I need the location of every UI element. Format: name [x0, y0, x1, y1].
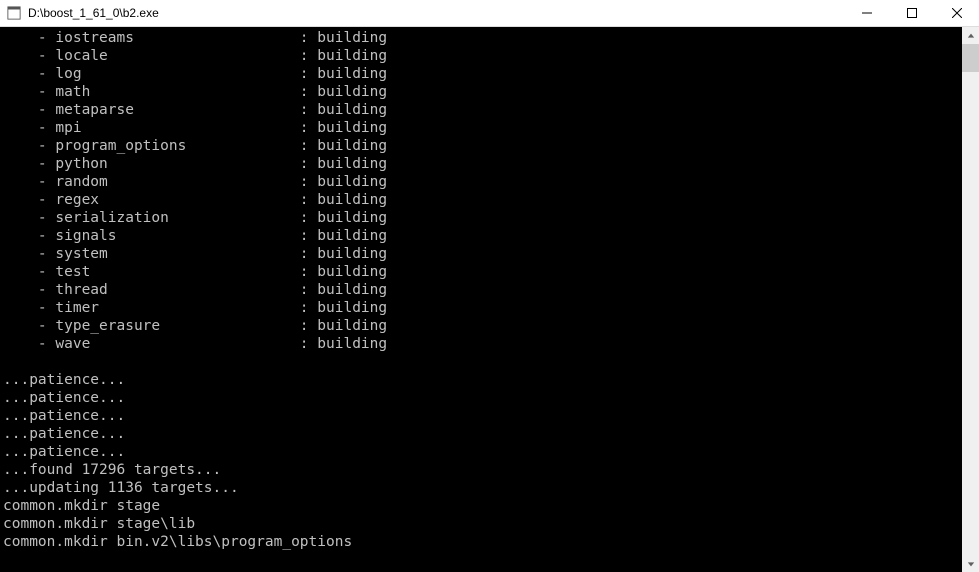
status-line: ...patience... [3, 425, 962, 443]
scroll-up-button[interactable] [962, 27, 979, 44]
close-button[interactable] [934, 0, 979, 26]
component-line: - mpi : building [3, 119, 962, 137]
status-line: common.mkdir bin.v2\libs\program_options [3, 533, 962, 551]
component-line: - locale : building [3, 47, 962, 65]
status-line: common.mkdir stage\lib [3, 515, 962, 533]
component-line: - wave : building [3, 335, 962, 353]
vertical-scrollbar[interactable] [962, 27, 979, 572]
status-line: ...found 17296 targets... [3, 461, 962, 479]
component-line: - math : building [3, 83, 962, 101]
status-line: ...updating 1136 targets... [3, 479, 962, 497]
scrollbar-thumb[interactable] [962, 44, 979, 72]
console-area: - iostreams : building - locale : buildi… [0, 27, 979, 572]
window-title: D:\boost_1_61_0\b2.exe [28, 6, 844, 20]
component-line: - thread : building [3, 281, 962, 299]
component-line: - serialization : building [3, 209, 962, 227]
status-line [3, 353, 962, 371]
component-line: - timer : building [3, 299, 962, 317]
maximize-button[interactable] [889, 0, 934, 26]
scroll-down-button[interactable] [962, 555, 979, 572]
component-line: - python : building [3, 155, 962, 173]
component-line: - system : building [3, 245, 962, 263]
console-output: - iostreams : building - locale : buildi… [0, 27, 962, 572]
component-line: - regex : building [3, 191, 962, 209]
titlebar: D:\boost_1_61_0\b2.exe [0, 0, 979, 27]
status-line: ...patience... [3, 407, 962, 425]
window-controls [844, 0, 979, 26]
app-icon [6, 5, 22, 21]
scrollbar-track[interactable] [962, 44, 979, 555]
component-line: - metaparse : building [3, 101, 962, 119]
component-line: - program_options : building [3, 137, 962, 155]
component-line: - signals : building [3, 227, 962, 245]
component-line: - log : building [3, 65, 962, 83]
component-line: - test : building [3, 263, 962, 281]
component-line: - iostreams : building [3, 29, 962, 47]
status-line: common.mkdir stage [3, 497, 962, 515]
status-line: ...patience... [3, 389, 962, 407]
component-line: - random : building [3, 173, 962, 191]
status-line: ...patience... [3, 443, 962, 461]
status-line: ...patience... [3, 371, 962, 389]
minimize-button[interactable] [844, 0, 889, 26]
component-line: - type_erasure : building [3, 317, 962, 335]
